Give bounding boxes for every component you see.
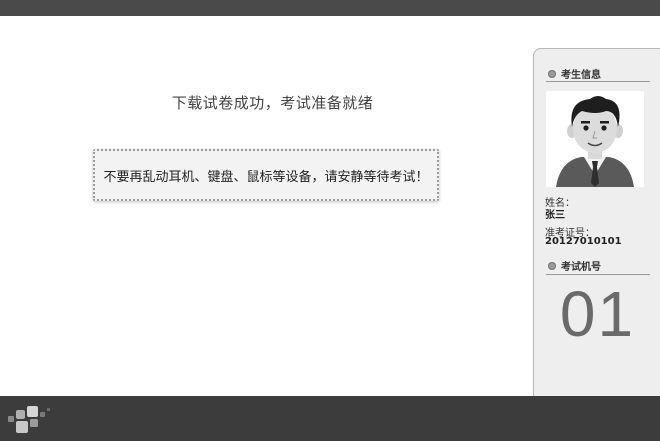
section-dot-icon (548, 69, 556, 78)
main-area (0, 16, 533, 396)
exam-id-value: 20127010101 (545, 236, 622, 247)
machine-number-title: 考试机号 (561, 262, 601, 273)
bottom-bar (0, 396, 660, 441)
avatar-icon (546, 91, 644, 187)
app-logo-icon (8, 406, 50, 433)
notice-box: 不要再乱动耳机、键盘、鼠标等设备，请安静等待考试！ (93, 149, 439, 201)
machine-number-header: 考试机号 (548, 258, 601, 273)
section-dot-icon (548, 261, 556, 270)
section-divider (546, 81, 650, 82)
candidate-info-title: 考生信息 (561, 70, 601, 81)
status-title: 下载试卷成功，考试准备就绪 (171, 94, 374, 112)
notice-text: 不要再乱动耳机、键盘、鼠标等设备，请安静等待考试！ (103, 169, 429, 185)
name-value: 张三 (545, 210, 565, 221)
candidate-panel: 考生信息 姓名： 张三 准考证号： 20127010101 考试机号 01 (533, 48, 660, 396)
candidate-avatar (546, 91, 644, 187)
candidate-info-header: 考生信息 (548, 66, 601, 81)
top-bar (0, 0, 660, 16)
machine-number: 01 (559, 278, 636, 350)
section-divider (546, 274, 650, 275)
